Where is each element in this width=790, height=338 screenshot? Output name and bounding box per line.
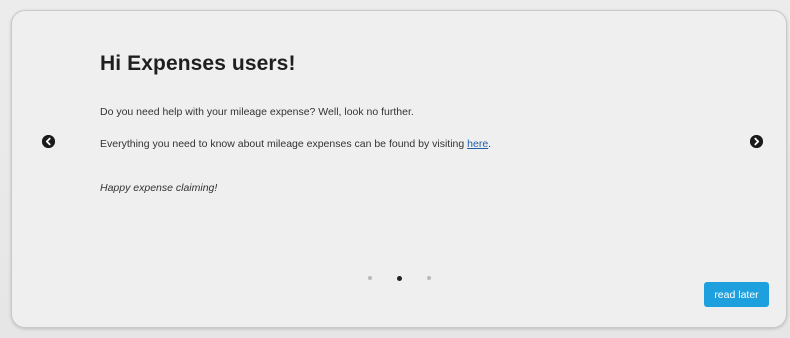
announcement-modal: Hi Expenses users! Do you need help with… bbox=[11, 10, 787, 328]
signoff-text: Happy expense claiming! bbox=[100, 182, 218, 194]
intro-paragraph: Do you need help with your mileage expen… bbox=[100, 106, 414, 118]
chevron-left-circle-icon bbox=[42, 135, 55, 148]
next-slide-button[interactable] bbox=[750, 135, 763, 148]
info-text-prefix: Everything you need to know about mileag… bbox=[100, 138, 468, 150]
previous-slide-button[interactable] bbox=[42, 135, 55, 148]
modal-title: Hi Expenses users! bbox=[100, 52, 296, 75]
carousel-dot-3[interactable] bbox=[427, 276, 431, 280]
chevron-right-circle-icon bbox=[750, 135, 763, 148]
carousel-dot-1[interactable] bbox=[368, 276, 372, 280]
info-paragraph: Everything you need to know about mileag… bbox=[100, 138, 491, 150]
signoff-paragraph: Happy expense claiming! bbox=[100, 182, 217, 194]
carousel-pagination bbox=[368, 274, 431, 282]
intro-text: Do you need help with your mileage expen… bbox=[100, 106, 414, 118]
mileage-help-link[interactable]: here bbox=[467, 138, 488, 150]
carousel-dot-2[interactable] bbox=[397, 275, 402, 281]
read-later-button[interactable]: read later bbox=[704, 282, 769, 307]
info-text-suffix: . bbox=[488, 138, 492, 150]
